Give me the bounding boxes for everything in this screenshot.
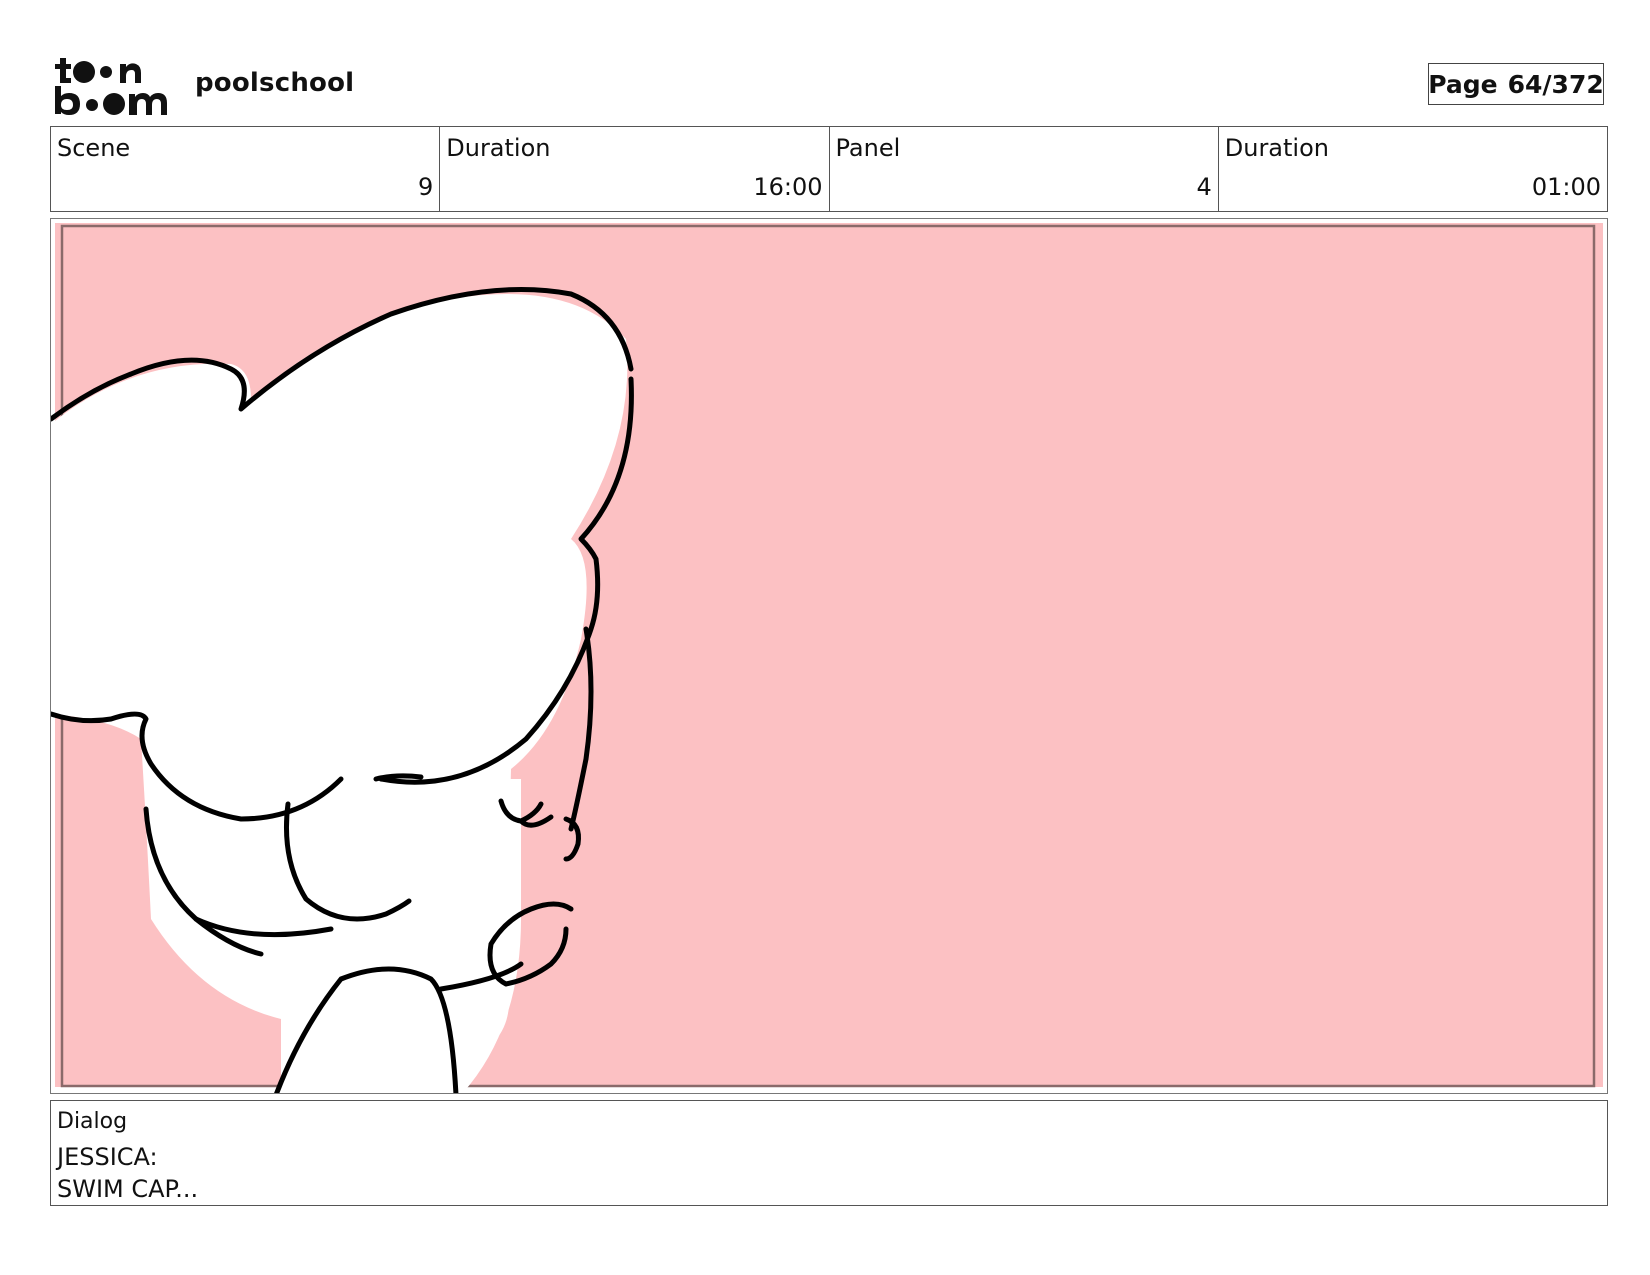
scene-duration-cell: Duration 16:00 [440, 127, 830, 211]
dialog-line: SWIM CAP... [57, 1175, 199, 1203]
toonboom-logo [55, 58, 167, 115]
panel-label: Panel [835, 134, 901, 162]
scene-duration-label: Duration [446, 134, 551, 162]
scene-label: Scene [57, 134, 131, 162]
panel-duration-value: 01:00 [1531, 173, 1601, 201]
dialog-box: Dialog JESSICA: SWIM CAP... [50, 1100, 1608, 1206]
panel-drawing [51, 223, 1603, 1093]
scene-info-table: Scene 9 Duration 16:00 Panel 4 Duration … [50, 126, 1608, 212]
project-name: poolschool [195, 68, 355, 98]
page-label: Page [1428, 69, 1498, 99]
panel-duration-label: Duration [1224, 134, 1329, 162]
panel-duration-cell: Duration 01:00 [1219, 127, 1607, 211]
page-indicator: Page 64/372 [1428, 63, 1604, 105]
panel-value: 4 [1196, 173, 1212, 201]
scene-duration-value: 16:00 [753, 173, 823, 201]
panel-cell: Panel 4 [830, 127, 1219, 211]
scene-value: 9 [417, 173, 434, 201]
storyboard-panel [50, 218, 1608, 1094]
dialog-label: Dialog [57, 1109, 128, 1134]
dialog-line: JESSICA: [57, 1143, 158, 1171]
page-number: 64/372 [1507, 69, 1604, 99]
scene-cell: Scene 9 [51, 127, 441, 211]
